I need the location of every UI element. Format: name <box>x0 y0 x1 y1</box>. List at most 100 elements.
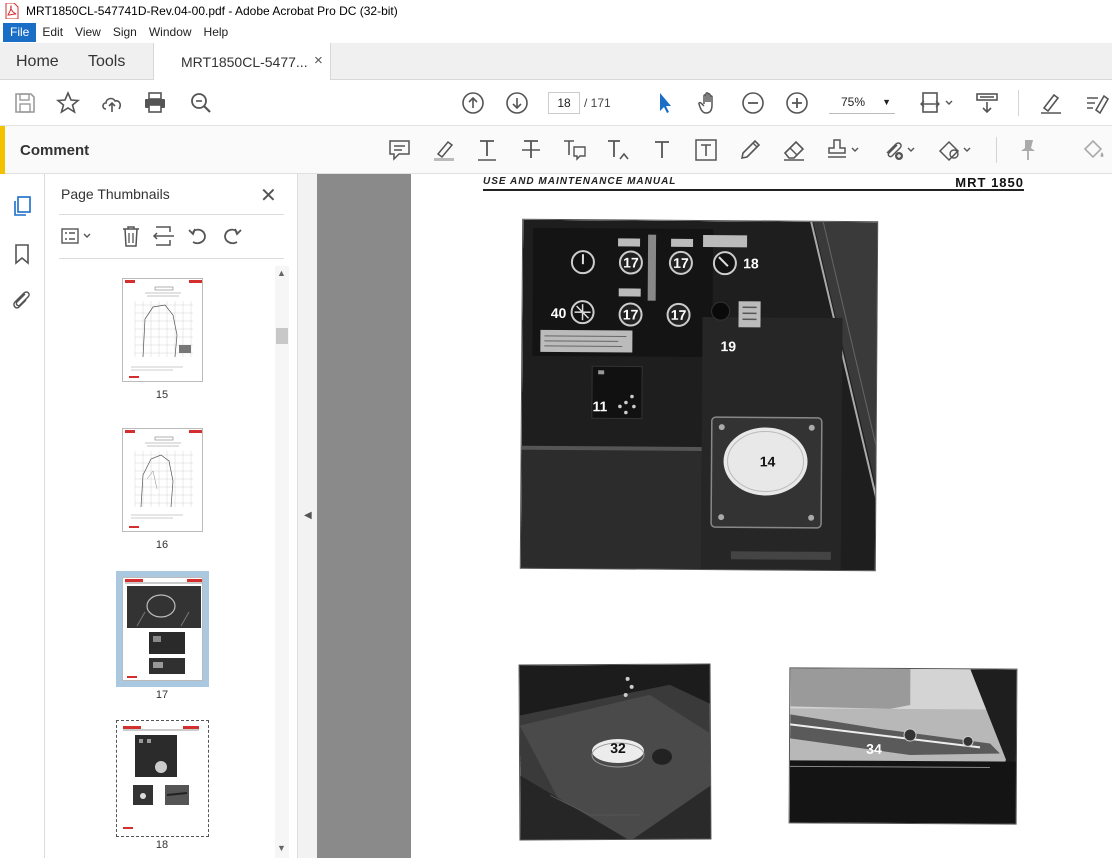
attachments-paperclip-icon[interactable] <box>10 288 34 312</box>
text-box-icon[interactable] <box>693 137 719 163</box>
menu-file[interactable]: File <box>3 23 37 42</box>
current-page-input[interactable]: 18 <box>548 92 580 114</box>
scroll-up-icon[interactable]: ▲ <box>277 268 286 278</box>
replace-text-icon[interactable] <box>561 137 587 163</box>
edit-pdf-icon[interactable] <box>1084 90 1110 116</box>
scroll-mode-icon[interactable] <box>974 90 1000 116</box>
bookmark-star-icon[interactable] <box>55 90 81 116</box>
extract-pages-icon[interactable] <box>152 224 176 248</box>
save-icon[interactable] <box>12 90 38 116</box>
menu-view[interactable]: View <box>69 23 107 42</box>
scroll-down-icon[interactable]: ▼ <box>277 843 286 853</box>
tab-document-label: MRT1850CL-5477... <box>181 54 308 70</box>
sticky-note-icon[interactable] <box>387 137 413 163</box>
next-page-icon[interactable] <box>504 90 530 116</box>
thumbnail-page-15-image <box>125 280 202 378</box>
callout-17: 17 <box>673 255 689 271</box>
fill-color-icon[interactable] <box>1080 137 1106 163</box>
document-view[interactable]: USE AND MAINTENANCE MANUAL MRT 1850 17 1… <box>317 174 1112 858</box>
main-toolbar: 18 / 171 75% ▼ <box>0 80 1112 126</box>
panel-divider <box>59 214 284 215</box>
thumbnail-page-17-image <box>125 579 202 678</box>
zoom-out-icon[interactable] <box>740 90 766 116</box>
menu-window[interactable]: Window <box>143 23 198 42</box>
fill-sign-pen-icon[interactable] <box>1038 90 1064 116</box>
zoom-in-icon[interactable] <box>784 90 810 116</box>
menu-help[interactable]: Help <box>198 23 235 42</box>
panel-splitter[interactable]: ◀ <box>297 174 317 858</box>
thumbnail-page-16-image <box>125 430 202 528</box>
menu-bar: File Edit View Sign Window Help <box>0 22 1112 43</box>
tab-home[interactable]: Home <box>16 53 59 71</box>
callout-17: 17 <box>623 254 639 270</box>
callout-40: 40 <box>551 305 567 321</box>
underline-text-icon[interactable] <box>474 137 500 163</box>
previous-page-icon[interactable] <box>460 90 486 116</box>
panel-title: Page Thumbnails <box>61 186 170 202</box>
insert-text-icon[interactable] <box>605 137 631 163</box>
comment-toolbar-separator <box>996 137 997 163</box>
shapes-icon[interactable] <box>937 137 973 163</box>
print-icon[interactable] <box>142 90 168 116</box>
attach-file-icon[interactable] <box>881 137 917 163</box>
stamp-icon[interactable] <box>825 137 861 163</box>
zoom-search-icon[interactable] <box>188 90 214 116</box>
callout-18: 18 <box>743 255 759 271</box>
navigation-rail <box>0 174 45 858</box>
add-text-icon[interactable] <box>649 137 675 163</box>
thumbnail-page-16[interactable] <box>122 428 203 532</box>
page-fit-icon[interactable] <box>919 90 955 116</box>
manual-title: USE AND MAINTENANCE MANUAL <box>483 176 677 187</box>
thumbnails-scrollbar[interactable]: ▲ ▼ <box>275 266 289 858</box>
pencil-draw-icon[interactable] <box>737 137 763 163</box>
tab-tools[interactable]: Tools <box>88 53 125 71</box>
callout-32: 32 <box>610 740 626 756</box>
callout-34: 34 <box>866 741 882 757</box>
total-pages: / 171 <box>584 96 611 110</box>
upload-cloud-icon[interactable] <box>99 90 125 116</box>
menu-sign[interactable]: Sign <box>107 23 143 42</box>
thumbnail-label: 18 <box>155 839 169 851</box>
window-title: MRT1850CL-547741D-Rev.04-00.pdf - Adobe … <box>26 4 398 18</box>
rotate-counterclockwise-icon[interactable] <box>186 224 210 248</box>
zoom-level-dropdown[interactable]: 75% ▼ <box>829 92 895 114</box>
chevron-down-icon: ▼ <box>882 97 891 107</box>
comment-accent-bar <box>0 126 5 174</box>
pedal-button-photo: 32 <box>518 663 712 841</box>
callout-14: 14 <box>760 453 776 469</box>
panel-divider <box>59 258 284 259</box>
page-thumbnails-icon[interactable] <box>10 194 34 218</box>
pdf-page: USE AND MAINTENANCE MANUAL MRT 1850 17 1… <box>411 174 1112 858</box>
comment-toolbar: Comment <box>0 126 1112 174</box>
tab-document[interactable]: MRT1850CL-5477... × <box>153 43 331 80</box>
menu-edit[interactable]: Edit <box>36 23 69 42</box>
thumbnail-label: 17 <box>155 689 169 701</box>
bookmarks-icon[interactable] <box>10 242 34 266</box>
eraser-icon[interactable] <box>781 137 807 163</box>
toolbar-separator <box>1018 90 1019 116</box>
page-thumbnails-panel: Page Thumbnails ✕ 15 16 17 18 ▲ ▼ <box>45 174 297 858</box>
scrollbar-thumb[interactable] <box>276 328 288 344</box>
highlight-icon[interactable] <box>431 137 457 163</box>
header-rule <box>483 189 1024 191</box>
callout-17: 17 <box>671 307 687 323</box>
strikethrough-text-icon[interactable] <box>518 137 544 163</box>
thumbnail-label: 16 <box>155 539 169 551</box>
thumbnail-page-15[interactable] <box>122 278 203 382</box>
collapse-panel-icon[interactable]: ◀ <box>304 510 312 521</box>
thumbnail-page-17[interactable] <box>122 577 203 681</box>
comment-toolbar-title: Comment <box>20 142 90 159</box>
model-title: MRT 1850 <box>955 175 1024 190</box>
callout-17: 17 <box>623 306 639 322</box>
hand-tool-icon[interactable] <box>696 90 722 116</box>
delete-page-icon[interactable] <box>119 224 143 248</box>
tab-close-icon[interactable]: × <box>314 52 323 69</box>
select-cursor-icon[interactable] <box>652 90 678 116</box>
panel-close-icon[interactable]: ✕ <box>260 183 277 208</box>
title-bar: MRT1850CL-547741D-Rev.04-00.pdf - Adobe … <box>0 0 1112 22</box>
thumbnail-page-18[interactable] <box>116 720 209 837</box>
page-header: USE AND MAINTENANCE MANUAL MRT 1850 <box>483 175 1024 192</box>
pin-icon[interactable] <box>1015 137 1041 163</box>
rotate-clockwise-icon[interactable] <box>220 224 244 248</box>
thumbnail-options-icon[interactable] <box>59 224 95 248</box>
